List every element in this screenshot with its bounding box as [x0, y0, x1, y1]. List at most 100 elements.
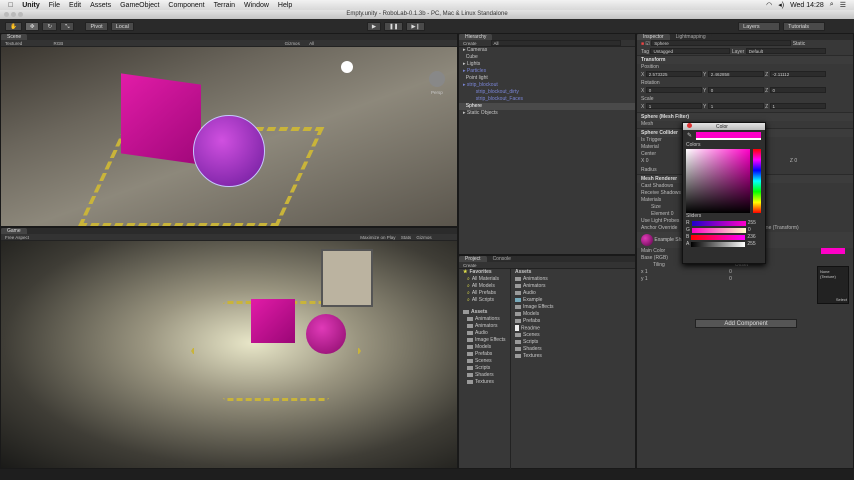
hierarchy-item[interactable]: strip_blockout_dirty: [459, 89, 635, 96]
cube-object[interactable]: [121, 73, 201, 165]
hue-slider[interactable]: [753, 149, 761, 213]
texture-slot[interactable]: None (Texture) Select: [817, 266, 849, 304]
tree-folder[interactable]: Image Effects: [459, 337, 510, 344]
channel-slider[interactable]: [691, 235, 746, 240]
shading-dropdown[interactable]: Textured: [5, 41, 22, 46]
hand-tool-button[interactable]: ✋: [5, 21, 22, 31]
menu-gameobject[interactable]: GameObject: [120, 2, 159, 9]
hierarchy-item[interactable]: Sphere: [459, 103, 635, 110]
colors-foldout[interactable]: Colors: [683, 142, 765, 149]
point-light-icon[interactable]: [341, 61, 353, 73]
favorite-item[interactable]: ⌕ All Materials: [459, 276, 510, 283]
saturation-value-square[interactable]: [686, 149, 750, 213]
tree-folder[interactable]: Animators: [459, 323, 510, 330]
channel-slider[interactable]: [691, 242, 746, 247]
channel-value[interactable]: 0: [748, 227, 751, 234]
render-mode-dropdown[interactable]: RGB: [54, 41, 64, 46]
channel-slider[interactable]: [691, 228, 746, 233]
menu-assets[interactable]: Assets: [90, 2, 111, 9]
menu-help[interactable]: Help: [278, 2, 292, 9]
asset-item[interactable]: Shaders: [511, 346, 635, 353]
layer-dropdown[interactable]: Default: [745, 48, 826, 54]
asset-item[interactable]: Prefabs: [511, 318, 635, 325]
mesh-filter-header[interactable]: Sphere (Mesh Filter): [637, 112, 853, 121]
scale-tool-button[interactable]: ⤡: [60, 21, 75, 31]
layers-dropdown[interactable]: Layers: [738, 21, 781, 31]
asset-item[interactable]: Animators: [511, 283, 635, 290]
create-dropdown[interactable]: Create: [463, 263, 477, 268]
asset-item[interactable]: Example: [511, 297, 635, 304]
rotation-y-field[interactable]: 0: [707, 87, 764, 93]
wifi-icon[interactable]: ◠: [766, 1, 772, 9]
minimize-window-button[interactable]: [11, 12, 16, 17]
gizmos-dropdown[interactable]: Gizmos: [285, 41, 300, 46]
zoom-window-button[interactable]: [18, 12, 23, 17]
scale-x-field[interactable]: 1: [645, 103, 702, 109]
gizmos-toggle[interactable]: Gizmos: [416, 235, 431, 240]
scene-viewport[interactable]: Persp: [1, 47, 457, 226]
asset-item[interactable]: Textures: [511, 353, 635, 360]
tree-folder[interactable]: Scripts: [459, 365, 510, 372]
pivot-button[interactable]: Pivot: [85, 21, 108, 31]
apple-icon[interactable]: : [8, 2, 13, 9]
asset-item[interactable]: Animations: [511, 276, 635, 283]
menu-component[interactable]: Component: [168, 2, 204, 9]
texture-select-button[interactable]: Select: [836, 297, 847, 302]
menu-window[interactable]: Window: [244, 2, 269, 9]
eyedropper-icon[interactable]: ✎: [687, 132, 692, 140]
rotate-tool-button[interactable]: ↻: [42, 21, 58, 31]
rotation-x-field[interactable]: 0: [645, 87, 702, 93]
hierarchy-item[interactable]: ▸ Cameras: [459, 47, 635, 54]
menu-app[interactable]: Unity: [22, 2, 40, 9]
channel-value[interactable]: 255: [748, 220, 756, 227]
sphere-object[interactable]: [193, 115, 265, 187]
rotation-z-field[interactable]: 0: [769, 87, 826, 93]
menu-file[interactable]: File: [49, 2, 60, 9]
channel-value[interactable]: 255: [747, 241, 755, 248]
hierarchy-item[interactable]: ▸ strip_blockout: [459, 82, 635, 89]
play-button[interactable]: ▶: [366, 21, 382, 31]
scale-y-field[interactable]: 1: [707, 103, 764, 109]
asset-item[interactable]: Audio: [511, 290, 635, 297]
assets-root[interactable]: Assets: [471, 309, 487, 315]
menu-terrain[interactable]: Terrain: [214, 2, 235, 9]
spotlight-search-icon[interactable]: ⌕: [830, 1, 834, 9]
scene-search[interactable]: All: [309, 41, 314, 46]
menu-edit[interactable]: Edit: [69, 2, 81, 9]
hierarchy-item[interactable]: Cube: [459, 54, 635, 61]
local-button[interactable]: Local: [110, 21, 134, 31]
maximize-on-play-toggle[interactable]: Maximize on Play: [360, 235, 395, 240]
project-breadcrumb[interactable]: Assets: [511, 269, 635, 276]
step-button[interactable]: ▶❙: [406, 21, 426, 31]
asset-item[interactable]: Scenes: [511, 332, 635, 339]
name-field[interactable]: Sphere: [651, 40, 792, 46]
add-component-button[interactable]: Add Component: [695, 319, 797, 328]
tree-folder[interactable]: Models: [459, 344, 510, 351]
hierarchy-item[interactable]: ▸ Lights: [459, 61, 635, 68]
asset-item[interactable]: Readme: [511, 325, 635, 332]
volume-icon[interactable]: ◂): [778, 1, 784, 9]
tree-folder[interactable]: Animations: [459, 316, 510, 323]
scene-gizmo-icon[interactable]: [429, 71, 445, 87]
favorites-label[interactable]: Favorites: [469, 269, 491, 275]
hierarchy-item[interactable]: Point light: [459, 75, 635, 82]
hierarchy-search[interactable]: All: [490, 40, 621, 46]
main-color-swatch[interactable]: [821, 248, 845, 254]
position-y-field[interactable]: 2.462858: [707, 71, 764, 77]
tag-dropdown[interactable]: Untagged: [650, 48, 731, 54]
position-x-field[interactable]: 2.573325: [645, 71, 702, 77]
position-z-field[interactable]: -2.11112: [769, 71, 826, 77]
transform-header[interactable]: Transform: [637, 55, 853, 64]
tree-folder[interactable]: Prefabs: [459, 351, 510, 358]
close-window-button[interactable]: [4, 12, 9, 17]
favorite-item[interactable]: ⌕ All Models: [459, 283, 510, 290]
hierarchy-item[interactable]: ▸ Particles: [459, 68, 635, 75]
move-tool-button[interactable]: ✥: [24, 21, 40, 31]
channel-value[interactable]: 236: [747, 234, 755, 241]
stats-toggle[interactable]: Stats: [401, 235, 411, 240]
tree-folder[interactable]: Audio: [459, 330, 510, 337]
sliders-foldout[interactable]: Sliders: [683, 213, 765, 220]
tree-folder[interactable]: Scenes: [459, 358, 510, 365]
active-checkbox[interactable]: ☑: [645, 41, 649, 47]
hierarchy-item[interactable]: strip_blockout_Faces: [459, 96, 635, 103]
